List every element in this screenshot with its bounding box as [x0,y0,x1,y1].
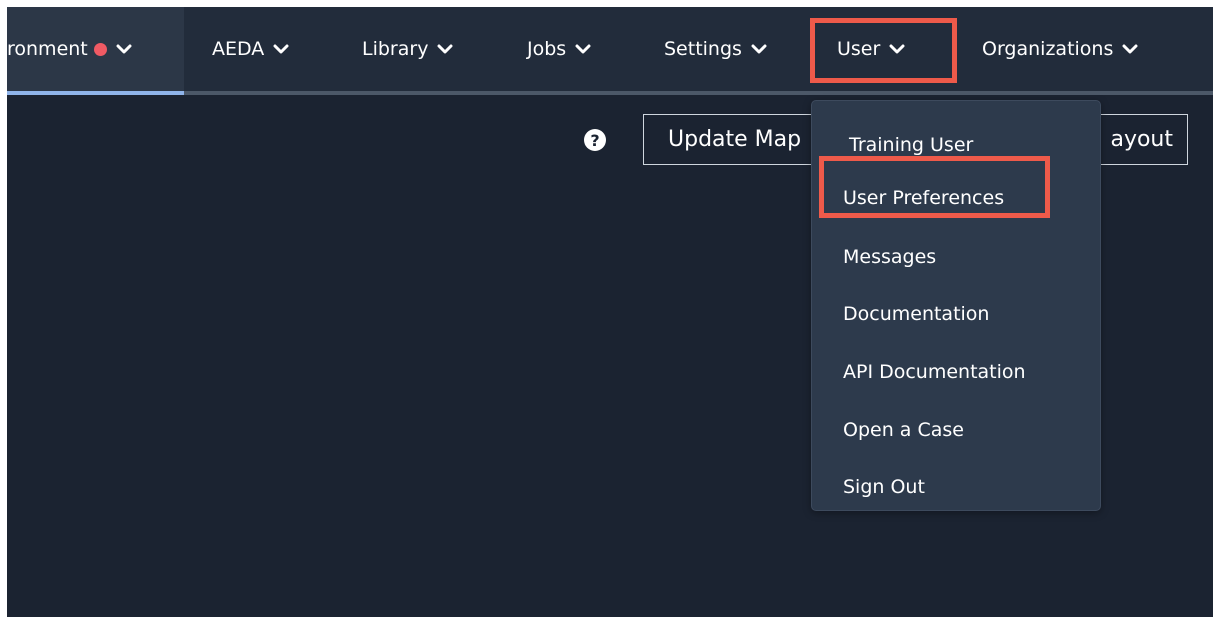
update-map-label: Update Map [668,127,802,152]
menu-item-messages[interactable]: Messages [843,246,936,268]
app-window: ronment AEDA Library Jobs Settings User … [7,7,1213,617]
menu-header-username: Training User [849,134,974,156]
chevron-down-icon [889,43,905,55]
chevron-down-icon [116,43,132,55]
nav-library[interactable]: Library [362,7,453,91]
status-dot-icon [93,42,107,56]
nav-library-label: Library [362,38,429,60]
nav-environment[interactable]: ronment [7,7,184,91]
menu-item-user-preferences[interactable]: User Preferences [843,187,1004,209]
menu-item-api-documentation[interactable]: API Documentation [843,361,1026,383]
menu-item-open-a-case[interactable]: Open a Case [843,419,964,441]
layout-label: ayout [1110,127,1173,152]
menu-item-documentation[interactable]: Documentation [843,303,989,325]
nav-environment-label: ronment [7,38,88,60]
top-navbar: ronment AEDA Library Jobs Settings User … [7,7,1213,91]
chevron-down-icon [437,43,453,55]
nav-aeda[interactable]: AEDA [212,7,289,91]
nav-settings-label: Settings [664,38,742,60]
navbar-divider [7,91,1213,95]
nav-organizations[interactable]: Organizations [982,7,1138,91]
chevron-down-icon [273,43,289,55]
menu-item-sign-out[interactable]: Sign Out [843,476,925,498]
update-map-button[interactable]: Update Map [643,114,833,165]
nav-jobs-label: Jobs [527,38,567,60]
nav-organizations-label: Organizations [982,38,1114,60]
nav-user[interactable]: User [837,7,905,91]
user-dropdown-menu: Training User User Preferences Messages … [811,100,1101,511]
chevron-down-icon [1122,43,1138,55]
active-tab-indicator [7,91,184,95]
chevron-down-icon [575,43,591,55]
nav-aeda-label: AEDA [212,38,265,60]
chevron-down-icon [751,43,767,55]
nav-jobs[interactable]: Jobs [527,7,591,91]
nav-settings[interactable]: Settings [664,7,767,91]
question-circle-icon[interactable]: ? [584,129,606,151]
nav-user-label: User [837,38,881,60]
